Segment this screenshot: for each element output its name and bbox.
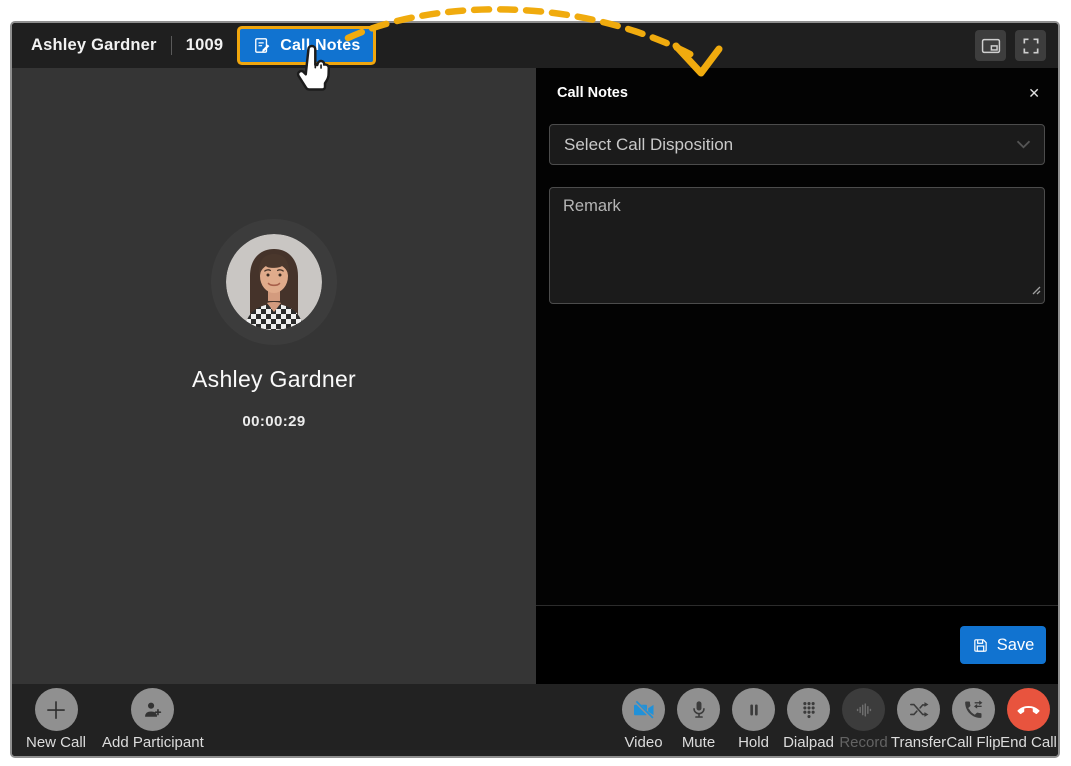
picture-in-picture-button[interactable]	[975, 30, 1006, 61]
record-label: Record	[839, 734, 887, 751]
call-notes-panel-footer: Save	[536, 605, 1058, 684]
call-flip-label: Call Flip	[946, 734, 1000, 751]
header-extension: 1009	[186, 36, 224, 55]
header-caller-name: Ashley Gardner	[31, 36, 157, 55]
hold-button[interactable]: Hold	[726, 684, 781, 751]
call-content: Ashley Gardner 00:00:29 Call Notes ✕ Sel…	[12, 68, 1058, 684]
header-divider	[171, 36, 172, 55]
shuffle-icon	[897, 688, 940, 731]
add-participant-button[interactable]: Add Participant	[102, 684, 204, 751]
call-stage: Ashley Gardner 00:00:29	[12, 68, 536, 684]
remark-field-wrap	[549, 187, 1045, 304]
new-call-label: New Call	[26, 734, 86, 751]
call-disposition-placeholder: Select Call Disposition	[564, 135, 1016, 155]
plus-icon	[35, 688, 78, 731]
call-disposition-select[interactable]: Select Call Disposition	[549, 124, 1045, 165]
toolbar-left-group: New Call Add Participant	[12, 684, 204, 751]
end-call-label: End Call	[1000, 734, 1057, 751]
add-participant-label: Add Participant	[102, 734, 204, 751]
call-flip-button[interactable]: Call Flip	[946, 684, 1001, 751]
dialpad-label: Dialpad	[783, 734, 834, 751]
save-button[interactable]: Save	[960, 626, 1046, 664]
transfer-button[interactable]: Transfer	[891, 684, 946, 751]
caller-avatar	[226, 234, 322, 330]
save-button-label: Save	[997, 636, 1035, 655]
save-floppy-icon	[972, 637, 989, 654]
video-label: Video	[624, 734, 662, 751]
waveform-icon	[842, 688, 885, 731]
fullscreen-button[interactable]	[1015, 30, 1046, 61]
dialpad-icon	[787, 688, 830, 731]
chevron-down-icon	[1016, 140, 1031, 149]
hold-label: Hold	[738, 734, 769, 751]
picture-in-picture-icon	[980, 35, 1002, 57]
new-call-button[interactable]: New Call	[26, 684, 86, 751]
dialpad-button[interactable]: Dialpad	[781, 684, 836, 751]
microphone-icon	[677, 688, 720, 731]
call-notes-button-label: Call Notes	[280, 37, 360, 55]
call-header-bar: Ashley Gardner 1009 Call Notes	[12, 23, 1058, 68]
video-off-icon	[622, 688, 665, 731]
record-button[interactable]: Record	[836, 684, 891, 751]
close-icon[interactable]: ✕	[1028, 86, 1040, 100]
call-control-bar: New Call Add Participant	[12, 684, 1058, 756]
mute-button[interactable]: Mute	[671, 684, 726, 751]
transfer-label: Transfer	[891, 734, 946, 751]
remark-input[interactable]	[549, 187, 1045, 304]
call-notes-button[interactable]: Call Notes	[240, 29, 373, 62]
phone-flip-icon	[952, 688, 995, 731]
call-notes-panel-header: Call Notes ✕	[536, 68, 1058, 101]
end-call-button[interactable]: End Call	[1001, 684, 1056, 751]
video-button[interactable]: Video	[616, 684, 671, 751]
pause-icon	[732, 688, 775, 731]
person-add-icon	[131, 688, 174, 731]
call-timer: 00:00:29	[242, 413, 305, 430]
fullscreen-icon	[1021, 36, 1041, 56]
mute-label: Mute	[682, 734, 715, 751]
call-notes-panel: Call Notes ✕ Select Call Disposition	[536, 68, 1058, 684]
toolbar-right-group: Video Mute	[616, 684, 1058, 751]
stage-caller-name: Ashley Gardner	[192, 366, 356, 393]
end-call-icon	[1007, 688, 1050, 731]
softphone-call-window: Ashley Gardner 1009 Call Notes	[10, 21, 1060, 758]
call-notes-panel-title: Call Notes	[557, 85, 628, 101]
note-edit-icon	[253, 36, 272, 55]
